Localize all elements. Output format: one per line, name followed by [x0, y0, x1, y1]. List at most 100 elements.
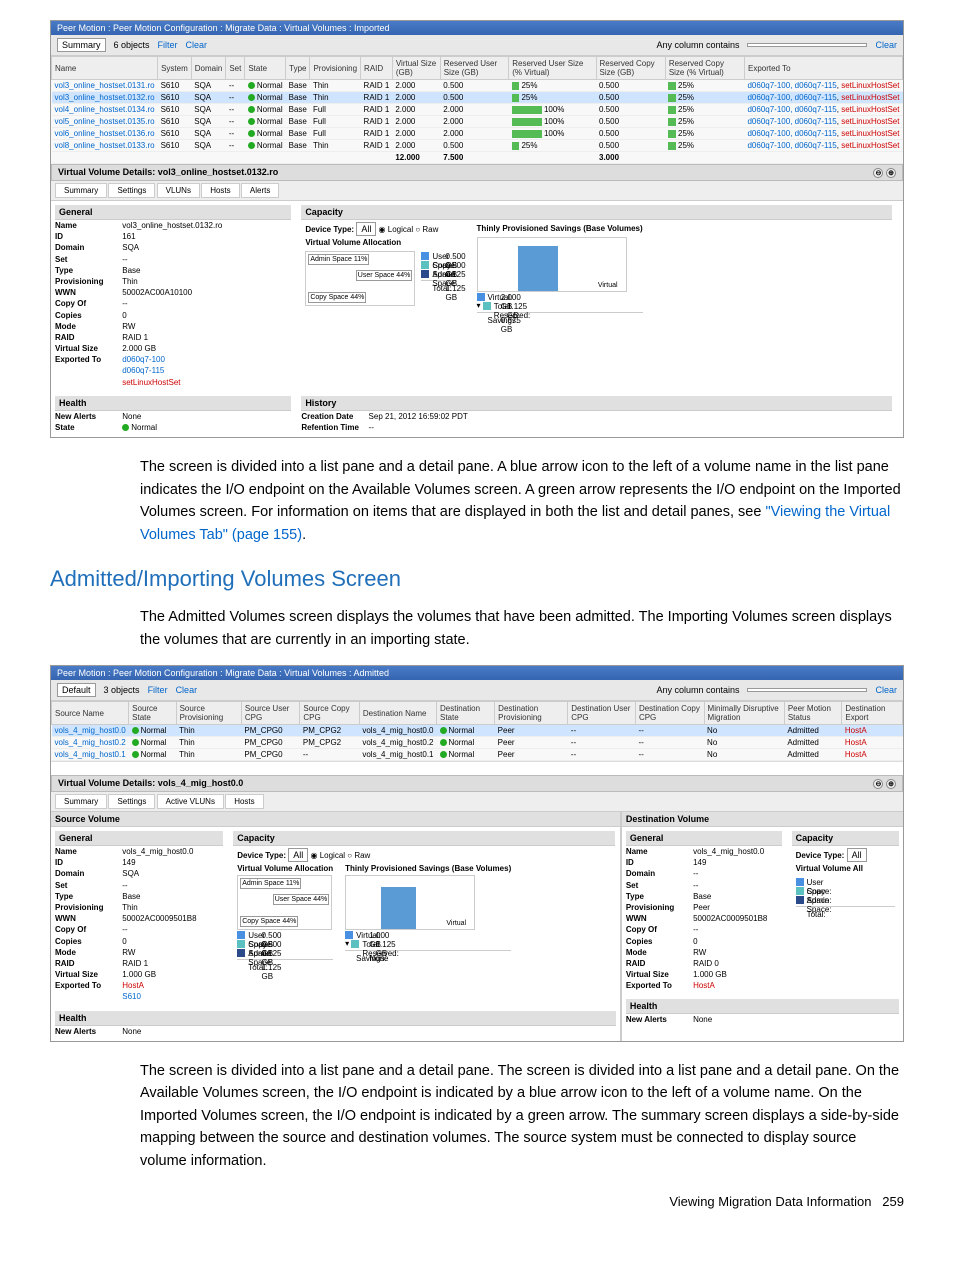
section-capacity: Capacity: [233, 831, 614, 846]
col-header[interactable]: Provisioning: [310, 57, 361, 80]
col-header[interactable]: Reserved Copy Size (GB): [596, 57, 665, 80]
filter-link[interactable]: Filter: [158, 40, 178, 50]
section-general: General: [55, 831, 223, 846]
clear-link[interactable]: Clear: [186, 40, 208, 50]
radio-logical[interactable]: Logical: [320, 851, 345, 860]
radio-raw[interactable]: Raw: [354, 851, 370, 860]
expand-icon[interactable]: ⊕: [886, 168, 896, 178]
section-health: Health: [626, 999, 899, 1014]
tab-summary[interactable]: Summary: [55, 183, 107, 198]
col-header[interactable]: Domain: [191, 57, 226, 80]
col-header[interactable]: Source Copy CPG: [300, 702, 359, 725]
clear-search[interactable]: Clear: [875, 685, 897, 695]
col-header[interactable]: Exported To: [744, 57, 902, 80]
expand-icon[interactable]: ⊕: [886, 779, 896, 789]
device-type-label: Device Type:: [237, 851, 286, 860]
window-title: Peer Motion : Peer Motion Configuration …: [51, 21, 903, 35]
new-alerts-value: None: [693, 1015, 712, 1024]
tab-alerts[interactable]: Alerts: [241, 183, 279, 198]
filter-link[interactable]: Filter: [148, 685, 168, 695]
toolbar: Summary 6 objects Filter Clear Any colum…: [51, 35, 903, 56]
col-header[interactable]: Destination User CPG: [568, 702, 636, 725]
filter-combo[interactable]: Summary: [57, 38, 106, 52]
col-header[interactable]: Name: [52, 57, 158, 80]
page-number: 259: [882, 1194, 904, 1209]
device-type-combo[interactable]: All: [847, 848, 867, 862]
col-header[interactable]: Destination Provisioning: [495, 702, 568, 725]
object-count: 3 objects: [104, 685, 140, 695]
source-kv: Name vols_4_mig_host0.0ID 149Domain SQAS…: [55, 846, 223, 1003]
new-alerts-label: New Alerts: [55, 411, 120, 422]
paragraph-2: The Admitted Volumes screen displays the…: [140, 606, 904, 651]
collapse-icon[interactable]: ⊖: [873, 168, 883, 178]
col-header[interactable]: Peer Motion Status: [784, 702, 842, 725]
tab-summary[interactable]: Summary: [55, 794, 107, 809]
col-header[interactable]: Type: [286, 57, 310, 80]
col-header[interactable]: Source Name: [52, 702, 129, 725]
tab-hosts[interactable]: Hosts: [225, 794, 263, 809]
section-capacity: Capacity: [792, 831, 899, 846]
col-header[interactable]: Minimally Disruptive Migration: [704, 702, 784, 725]
table-row[interactable]: vol6_online_hostset.0136.roS610SQA--Norm…: [52, 128, 903, 140]
any-column-input[interactable]: [747, 688, 867, 692]
dest-kv: Name vols_4_mig_host0.0ID 149Domain --Se…: [626, 846, 782, 991]
col-header[interactable]: Reserved User Size (% Virtual): [509, 57, 596, 80]
state-dot-icon: [122, 424, 129, 431]
col-header[interactable]: Destination State: [437, 702, 495, 725]
detail-header: Virtual Volume Details: vol3_online_host…: [51, 164, 903, 181]
col-header[interactable]: Source Provisioning: [176, 702, 241, 725]
dest-legend: User Space: Copy Space: Admin Space: Tot…: [792, 873, 899, 922]
col-header[interactable]: Destination Copy CPG: [635, 702, 704, 725]
retention-label: Refention Time: [301, 422, 366, 433]
col-header[interactable]: Virtual Size (GB): [392, 57, 440, 80]
tps-title: Thinly Provisioned Savings (Base Volumes…: [477, 224, 643, 233]
table-row[interactable]: vol3_online_hostset.0132.roS610SQA--Norm…: [52, 92, 903, 104]
table-row[interactable]: vol5_online_hostset.0135.roS610SQA--Norm…: [52, 116, 903, 128]
table-row[interactable]: vol4_online_hostset.0134.roS610SQA--Norm…: [52, 104, 903, 116]
volumes-table: NameSystemDomainSetStateTypeProvisioning…: [51, 56, 903, 164]
imported-volumes-screenshot: Peer Motion : Peer Motion Configuration …: [50, 20, 904, 438]
tab-vluns[interactable]: VLUNs: [157, 183, 200, 198]
state-label: State: [55, 422, 120, 433]
col-header[interactable]: Set: [226, 57, 245, 80]
pie-label-copy: Copy Space 44%: [308, 292, 366, 303]
admitted-volumes-screenshot: Peer Motion : Peer Motion Configuration …: [50, 665, 904, 1042]
tab-active-vluns[interactable]: Active VLUNs: [157, 794, 224, 809]
savings-legend: Virtual: 1.000 GB ▾ Total Reserved: 1.12…: [345, 930, 511, 962]
col-header[interactable]: Reserved User Size (GB): [440, 57, 508, 80]
clear-link[interactable]: Clear: [176, 685, 198, 695]
tab-settings[interactable]: Settings: [108, 183, 155, 198]
vva-title: Virtual Volume Allocation: [305, 238, 456, 247]
col-header[interactable]: Source State: [129, 702, 176, 725]
radio-logical[interactable]: Logical: [388, 225, 413, 234]
tab-hosts[interactable]: Hosts: [201, 183, 239, 198]
table-row[interactable]: vol3_online_hostset.0131.roS610SQA--Norm…: [52, 80, 903, 92]
device-type-combo[interactable]: All: [288, 848, 308, 862]
radio-raw[interactable]: Raw: [422, 225, 438, 234]
col-header[interactable]: Destination Name: [359, 702, 436, 725]
collapse-icon[interactable]: ⊖: [873, 779, 883, 789]
table-row[interactable]: vols_4_mig_host0.1NormalThinPM_CPG0--vol…: [52, 749, 903, 761]
col-header[interactable]: Source User CPG: [241, 702, 300, 725]
section-health: Health: [55, 1011, 616, 1026]
savings-legend: Virtual: 2.000 GB ▾ Total Reserved: 1.12…: [477, 292, 643, 324]
detail-tabs: Summary Settings VLUNs Hosts Alerts: [51, 181, 903, 201]
table-row[interactable]: vols_4_mig_host0.2NormalThinPM_CPG0PM_CP…: [52, 737, 903, 749]
col-header[interactable]: Reserved Copy Size (% Virtual): [665, 57, 744, 80]
filter-combo[interactable]: Default: [57, 683, 96, 697]
col-header[interactable]: State: [245, 57, 286, 80]
section-capacity: Capacity: [301, 205, 892, 220]
table-row[interactable]: vols_4_mig_host0.0NormalThinPM_CPG0PM_CP…: [52, 725, 903, 737]
dest-volume-header: Destination Volume: [622, 812, 903, 827]
tab-settings[interactable]: Settings: [108, 794, 155, 809]
allocation-legend: User Space: 0.500 GB Copy Space: 0.500 G…: [421, 251, 456, 306]
clear-search[interactable]: Clear: [875, 40, 897, 50]
section-general: General: [626, 831, 782, 846]
col-header[interactable]: System: [158, 57, 192, 80]
device-type-combo[interactable]: All: [356, 222, 376, 236]
table-row[interactable]: vol8_online_hostset.0133.roS610SQA--Norm…: [52, 140, 903, 152]
pie-label-user: User Space 44%: [356, 270, 413, 281]
col-header[interactable]: RAID: [361, 57, 393, 80]
any-column-input[interactable]: [747, 43, 867, 47]
col-header[interactable]: Destination Export: [842, 702, 903, 725]
